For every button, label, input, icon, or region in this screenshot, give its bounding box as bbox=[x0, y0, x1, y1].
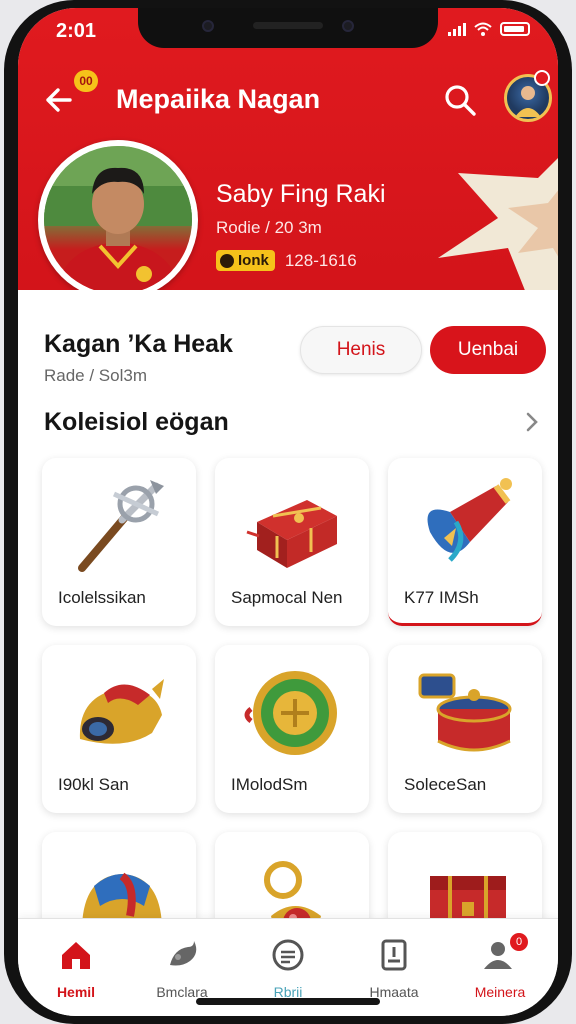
user-subtitle: Rade / Sol3m bbox=[44, 366, 147, 385]
home-indicator[interactable] bbox=[196, 998, 380, 1005]
bird-icon bbox=[170, 941, 197, 966]
profile-badge-row: Ionk 128-1616 bbox=[216, 250, 357, 271]
player-portrait bbox=[44, 146, 192, 294]
primary-action-button[interactable]: Uenbai bbox=[430, 326, 546, 374]
item-label: SoleceSan bbox=[404, 775, 487, 794]
profile-badge: 0 bbox=[510, 933, 528, 951]
top-bar: 00 Mepaiika Nagan bbox=[18, 70, 558, 130]
mace-icon bbox=[78, 480, 164, 572]
profile-count: 128-1616 bbox=[284, 250, 357, 270]
chevron-right-icon[interactable] bbox=[522, 408, 542, 436]
collection-title: Koleisiol eögan bbox=[44, 408, 229, 436]
treasure-chest-icon bbox=[246, 500, 337, 568]
collection-item[interactable]: I90kl San bbox=[42, 645, 196, 813]
back-arrow-icon[interactable] bbox=[40, 82, 76, 118]
level-tag: Ionk bbox=[216, 250, 275, 271]
device-notch bbox=[138, 8, 438, 48]
nav-label: Hemil bbox=[56, 984, 96, 1000]
avatar-notification-dot bbox=[534, 70, 550, 86]
item-label: IMolodSm bbox=[231, 775, 308, 794]
collection-item[interactable]: Sapmocal Nen bbox=[215, 458, 369, 626]
sensor-icon bbox=[342, 20, 354, 32]
nav-item-notifications[interactable]: Hmaata bbox=[346, 937, 442, 1000]
follow-button[interactable]: Henis bbox=[300, 326, 422, 374]
home-icon bbox=[62, 942, 90, 969]
content-card: Kagan ’Ka Heak Rade / Sol3m Henis Uenbai… bbox=[18, 290, 558, 1000]
collection-item[interactable]: SoleceSan bbox=[388, 645, 542, 813]
app-screen: 2:01 00 Mepaiika Nagan Saby Fing Raki Ro… bbox=[18, 8, 558, 1016]
collection-item[interactable]: IMolodSm bbox=[215, 645, 369, 813]
battery-icon bbox=[500, 22, 530, 36]
item-label: Icolelssikan bbox=[58, 588, 146, 607]
nav-item-explore[interactable]: Bmclara bbox=[134, 937, 230, 1000]
collection-item[interactable]: K77 IMSh bbox=[388, 458, 542, 626]
status-time: 2:01 bbox=[56, 20, 97, 42]
signal-icon bbox=[448, 22, 466, 36]
phone-frame: 2:01 00 Mepaiika Nagan Saby Fing Raki Ro… bbox=[4, 0, 572, 1024]
chat-icon bbox=[272, 939, 304, 971]
cannon-icon bbox=[427, 478, 512, 562]
drum-icon bbox=[418, 673, 512, 752]
profile-subtitle: Rodie / 20 3m bbox=[216, 218, 322, 237]
item-label: K77 IMSh bbox=[404, 588, 479, 607]
search-icon[interactable] bbox=[442, 82, 478, 118]
speaker-grille bbox=[253, 22, 323, 29]
player-illustration bbox=[44, 146, 192, 294]
collection-item[interactable]: Icolelssikan bbox=[42, 458, 196, 626]
golden-helmet-icon bbox=[79, 679, 164, 744]
item-label: I90kl San bbox=[58, 775, 129, 794]
user-handle: Kagan ’Ka Heak bbox=[44, 330, 233, 358]
nav-item-messages[interactable]: Rbrii bbox=[240, 937, 336, 1000]
nav-label: Meinera bbox=[474, 984, 526, 1000]
gold-coin-icon bbox=[244, 671, 337, 755]
profile-name: Saby Fing Raki bbox=[216, 180, 386, 208]
notification-badge: 00 bbox=[74, 70, 98, 92]
status-icons bbox=[448, 22, 530, 36]
level-tag-label: Ionk bbox=[238, 252, 269, 269]
wifi-icon bbox=[474, 22, 492, 36]
camera-icon bbox=[202, 20, 214, 32]
nav-item-home[interactable]: Hemil bbox=[28, 937, 124, 1000]
star-burst-decoration bbox=[438, 158, 558, 298]
document-alert-icon bbox=[381, 939, 407, 971]
nav-item-profile[interactable]: 0 Meinera bbox=[452, 933, 548, 1000]
coin-icon bbox=[220, 253, 234, 268]
item-label: Sapmocal Nen bbox=[231, 588, 343, 607]
page-title: Mepaiika Nagan bbox=[116, 84, 321, 114]
profile-header: 2:01 00 Mepaiika Nagan Saby Fing Raki Ro… bbox=[18, 8, 558, 300]
profile-photo[interactable] bbox=[38, 140, 198, 300]
